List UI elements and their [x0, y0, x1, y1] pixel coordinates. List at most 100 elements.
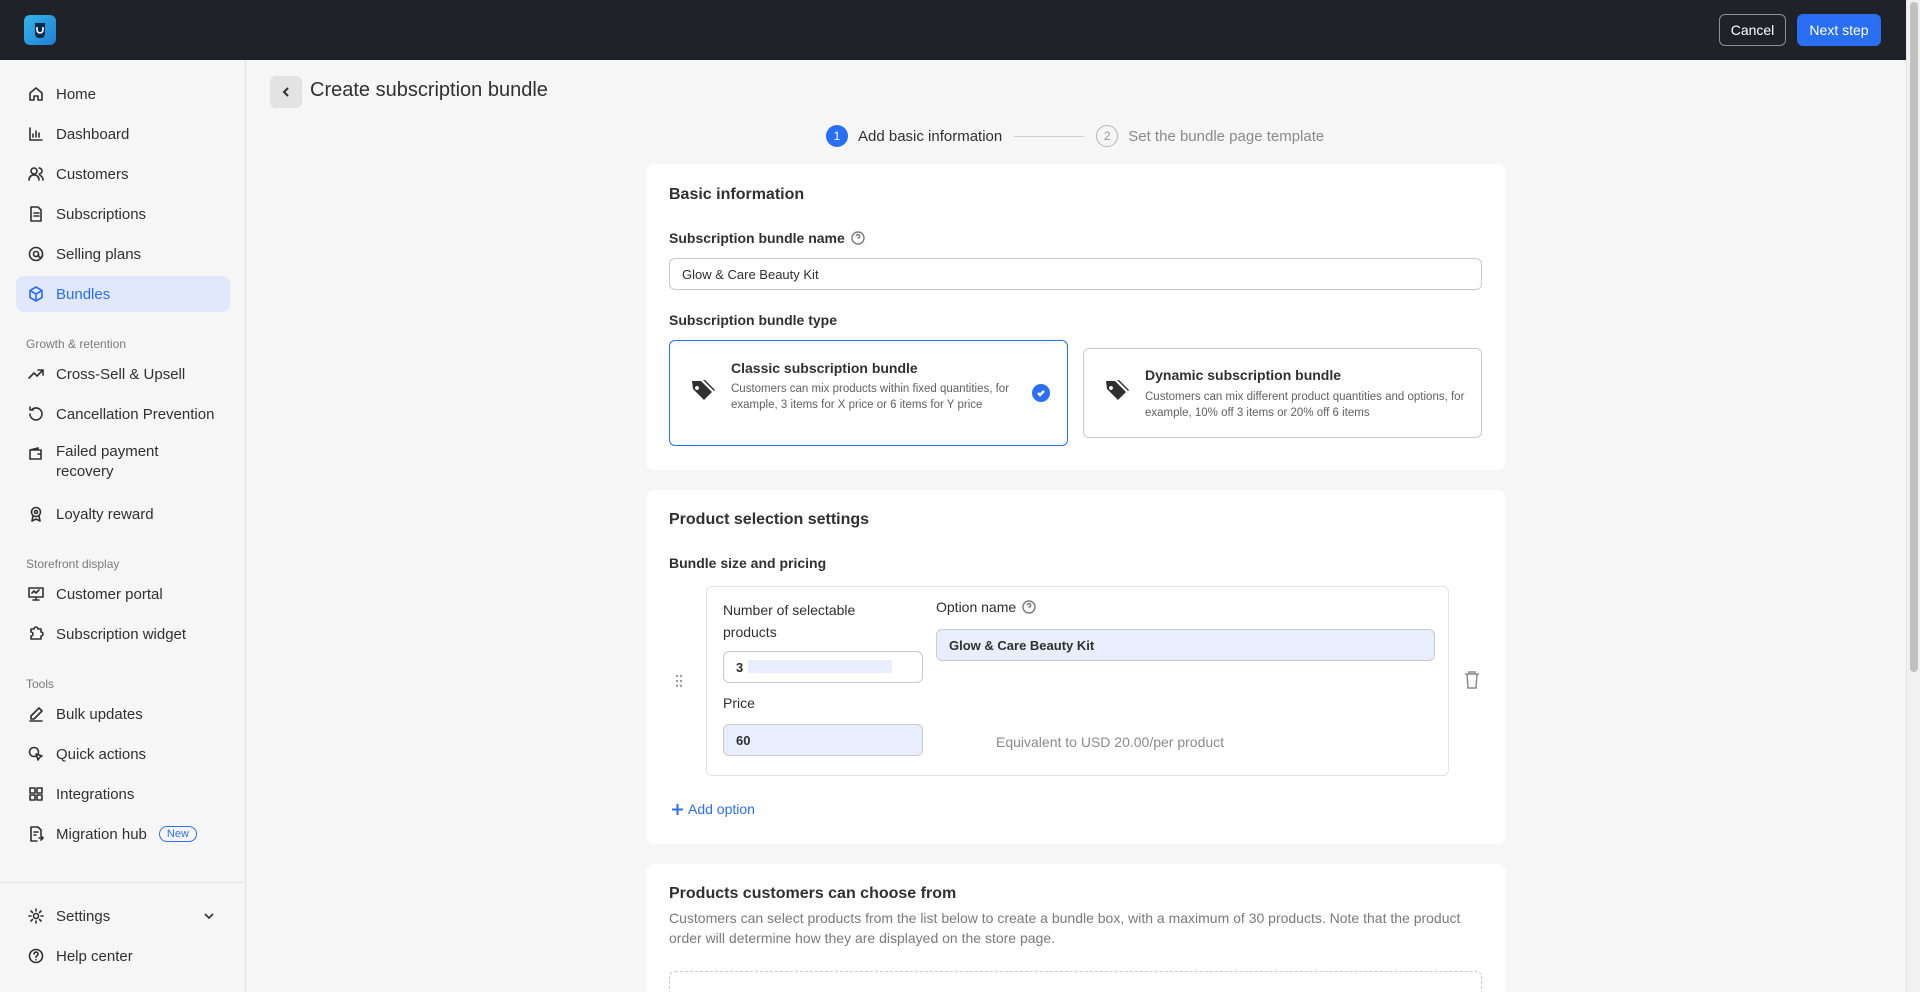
sidebar-item-cross-sell[interactable]: Cross-Sell & Upsell [16, 356, 230, 392]
sidebar-item-selling-plans[interactable]: Selling plans [16, 236, 230, 272]
classic-bundle-title: Classic subscription bundle [731, 360, 918, 376]
cube-icon [28, 286, 44, 302]
product-selection-title: Product selection settings [669, 511, 870, 528]
tags-icon [690, 377, 716, 403]
classic-bundle-desc: Customers can mix products within fixed … [731, 383, 1010, 411]
step-2-label: Set the bundle page template [1128, 127, 1325, 145]
bundle-name-label-text: Subscription bundle name [669, 230, 845, 246]
sidebar-item-quick-actions[interactable]: Quick actions [16, 736, 230, 772]
bundle-name-label: Subscription bundle name [669, 230, 865, 246]
stepper: 1 Add basic information 2 Set the bundle… [826, 124, 1324, 148]
sidebar-item-label: Subscription widget [56, 625, 187, 643]
sidebar-item-settings[interactable]: Settings [16, 898, 230, 934]
drag-handle-icon[interactable] [674, 674, 684, 688]
tags-icon [1104, 377, 1130, 403]
sidebar-item-subscription-widget[interactable]: Subscription widget [16, 616, 230, 652]
option-name-label-text: Option name [936, 599, 1017, 615]
section-label-storefront: Storefront display [26, 557, 120, 571]
basic-information-title: Basic information [669, 186, 805, 203]
sidebar-item-label: Dashboard [56, 125, 130, 143]
step-1-number: 1 [826, 125, 848, 147]
page-scrollbar[interactable] [1906, 0, 1920, 992]
migrate-icon [28, 826, 44, 842]
sidebar-item-home[interactable]: Home [16, 76, 230, 112]
help-circle-icon [28, 948, 44, 964]
sidebar-item-label: Subscriptions [56, 205, 147, 223]
page-title: Create subscription bundle [310, 79, 548, 101]
next-step-button[interactable]: Next step [1797, 14, 1881, 46]
sidebar-item-label: Settings [56, 907, 111, 925]
sidebar-divider [0, 882, 246, 883]
cursor-icon [28, 746, 44, 762]
sidebar-item-help-center[interactable]: Help center [16, 938, 230, 974]
sidebar-item-label: Quick actions [56, 745, 147, 763]
trash-icon[interactable] [1463, 670, 1481, 690]
chevron-left-icon [282, 87, 289, 97]
num-products-input[interactable]: 3 [723, 651, 923, 683]
step-2-number: 2 [1096, 125, 1119, 147]
bundle-name-input[interactable] [669, 258, 1482, 290]
add-option-button[interactable]: Add option [671, 801, 755, 817]
cancel-button[interactable]: Cancel [1719, 14, 1786, 46]
home-icon [28, 86, 44, 102]
gear-icon [28, 908, 44, 924]
monitor-icon [28, 586, 44, 602]
product-drop-area[interactable] [669, 971, 1482, 992]
price-input[interactable]: 60 [723, 724, 923, 756]
classic-bundle-option[interactable]: Classic subscription bundle Customers ca… [669, 340, 1068, 446]
back-button[interactable] [270, 76, 302, 108]
sidebar-item-failed-payment[interactable]: Failed payment recovery [16, 436, 230, 484]
document-icon [28, 206, 44, 222]
puzzle-icon [28, 626, 44, 642]
sidebar-item-customer-portal[interactable]: Customer portal [16, 576, 230, 612]
help-icon[interactable] [1022, 600, 1036, 614]
sidebar-item-label: Loyalty reward [56, 505, 154, 523]
products-choose-title: Products customers can choose from [669, 885, 957, 902]
num-products-value: 3 [736, 659, 744, 675]
sidebar-item-integrations[interactable]: Integrations [16, 776, 230, 812]
new-badge: New [158, 826, 197, 842]
dynamic-bundle-option[interactable]: Dynamic subscription bundle Customers ca… [1083, 348, 1482, 438]
wallet-icon [28, 446, 44, 462]
step-connector [1014, 135, 1085, 137]
users-icon [28, 166, 44, 182]
dynamic-bundle-desc: Customers can mix different product quan… [1145, 391, 1465, 419]
checkmark-icon [1032, 384, 1050, 402]
scrollbar-thumb[interactable] [1910, 2, 1918, 672]
app-logo-icon[interactable] [24, 15, 56, 45]
sidebar-item-cancellation-prevention[interactable]: Cancellation Prevention [16, 396, 230, 432]
sidebar-item-label: Cross-Sell & Upsell [56, 365, 186, 383]
add-option-label: Add option [688, 801, 755, 817]
sidebar-item-label: Help center [56, 947, 133, 965]
help-icon[interactable] [851, 231, 865, 245]
bundle-option-row: Number of selectable products 3 Option n… [706, 586, 1449, 776]
sidebar-item-loyalty-reward[interactable]: Loyalty reward [16, 496, 230, 532]
refresh-icon [28, 406, 44, 422]
products-choose-desc: Customers can select products from the l… [669, 910, 1461, 946]
option-name-input[interactable]: Glow & Care Beauty Kit [936, 629, 1435, 661]
sidebar-item-customers[interactable]: Customers [16, 156, 230, 192]
sidebar-item-bundles[interactable]: Bundles [16, 276, 230, 312]
num-products-label: Number of selectable products [723, 602, 856, 640]
sidebar-item-label: Bundles [56, 285, 111, 303]
trend-up-icon [28, 366, 44, 382]
pencil-icon [28, 706, 44, 722]
sidebar-item-dashboard[interactable]: Dashboard [16, 116, 230, 152]
sidebar-item-label: Integrations [56, 785, 135, 803]
chevron-down-icon[interactable] [202, 909, 216, 923]
sidebar-item-bulk-updates[interactable]: Bulk updates [16, 696, 230, 732]
bundle-size-label: Bundle size and pricing [669, 555, 827, 571]
sidebar-item-subscriptions[interactable]: Subscriptions [16, 196, 230, 232]
at-icon [28, 246, 44, 262]
plus-icon [672, 803, 683, 815]
sidebar-item-label: Customer portal [56, 585, 163, 603]
price-label: Price [723, 695, 755, 711]
sidebar-item-label: Cancellation Prevention [56, 405, 215, 423]
sidebar-item-migration-hub[interactable]: Migration hub New [16, 816, 230, 852]
sidebar-item-label: Bulk updates [56, 705, 143, 723]
sidebar-item-label: Customers [56, 165, 129, 183]
top-bar: Cancel Next step [0, 0, 1906, 60]
sidebar-item-label: Migration hub [56, 825, 147, 843]
basic-information-card: Basic information Subscription bundle na… [646, 164, 1506, 470]
product-selection-card: Product selection settings Bundle size a… [646, 490, 1506, 844]
